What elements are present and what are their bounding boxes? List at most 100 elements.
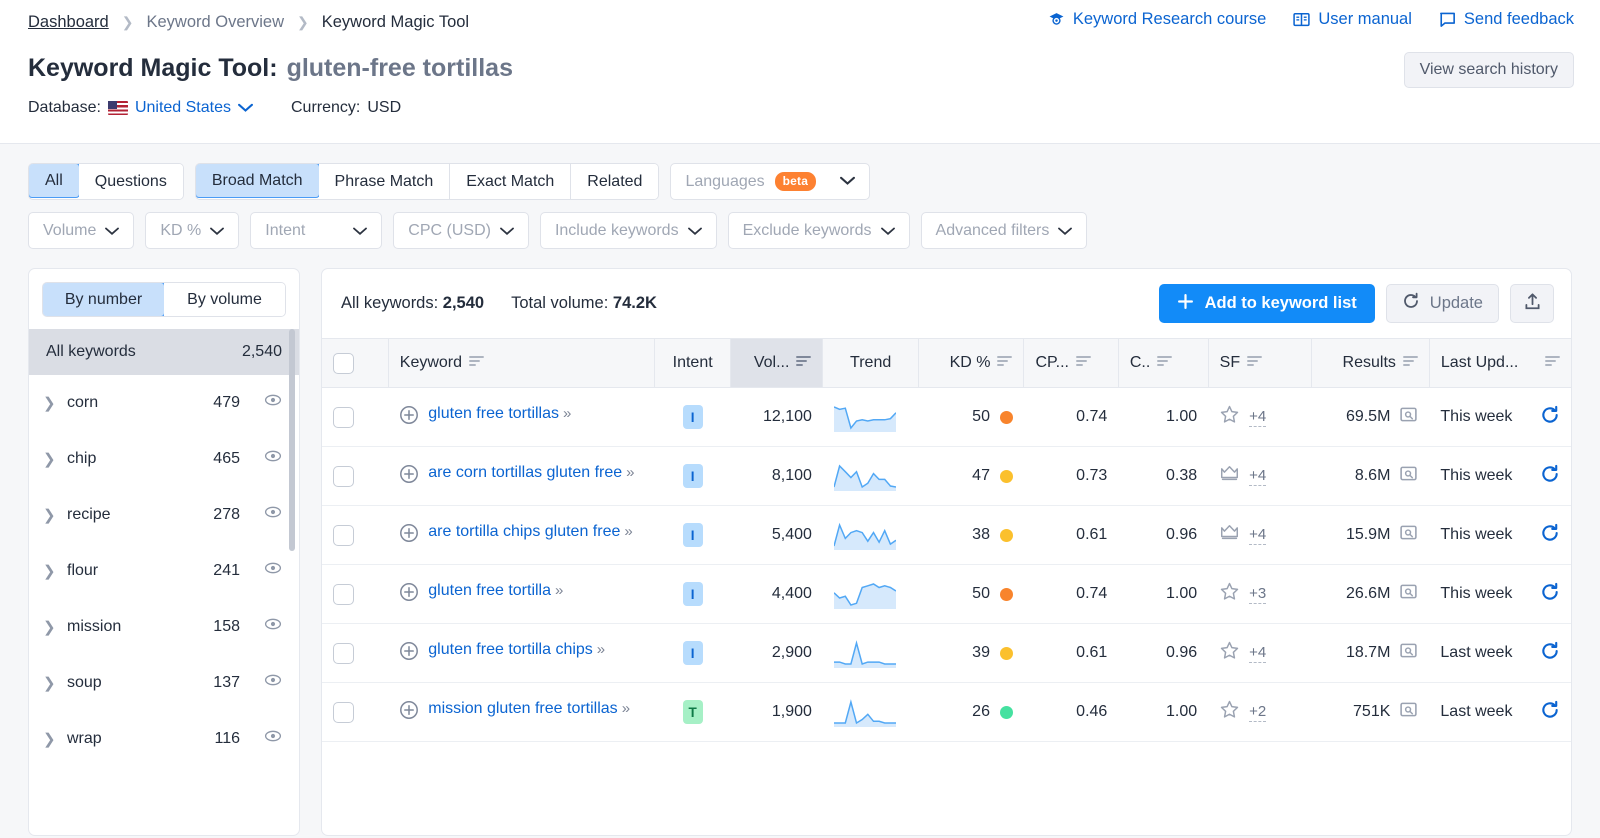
intent-badge[interactable]: I [683,641,703,665]
add-keyword-icon[interactable] [399,523,419,548]
filter-tab-questions[interactable]: Questions [79,164,183,199]
column-header-cpc[interactable]: CP... [1024,339,1118,388]
keyword-research-course-link[interactable]: Keyword Research course [1047,10,1267,29]
eye-icon[interactable] [264,671,282,694]
column-header-kd[interactable]: KD % [918,339,1024,388]
star-icon[interactable] [1219,640,1240,666]
database-selector[interactable]: Database: United States [28,99,253,117]
exclude-keywords-filter-dropdown[interactable]: Exclude keywords [728,212,910,249]
double-chevron-right-icon[interactable]: » [626,464,632,481]
eye-icon[interactable] [264,559,282,582]
sidebar-item-all-keywords[interactable]: All keywords 2,540 [29,329,299,375]
add-keyword-icon[interactable] [399,464,419,489]
add-keyword-icon[interactable] [399,700,419,725]
double-chevron-right-icon[interactable]: » [597,641,603,658]
column-header-keyword[interactable]: Keyword [388,339,654,388]
filter-tab-exact-match[interactable]: Exact Match [450,164,571,199]
filter-tab-broad-match[interactable]: Broad Match [195,163,320,198]
chevron-right-icon[interactable]: ❯ [43,618,54,636]
row-checkbox[interactable] [333,584,354,605]
add-keyword-icon[interactable] [399,582,419,607]
refresh-icon[interactable] [1540,582,1560,607]
include-keywords-filter-dropdown[interactable]: Include keywords [540,212,717,249]
sf-more-count[interactable]: +2 [1249,703,1266,722]
table-row[interactable]: mission gluten free tortillas» T 1,900 2… [322,683,1571,742]
star-icon[interactable] [1219,581,1240,607]
eye-icon[interactable] [264,447,282,470]
add-keyword-icon[interactable] [399,641,419,666]
refresh-icon[interactable] [1540,641,1560,666]
serp-preview-icon[interactable] [1399,405,1418,429]
star-icon[interactable] [1219,699,1240,725]
chevron-right-icon[interactable]: ❯ [43,730,54,748]
filter-tab-all[interactable]: All [28,163,80,198]
intent-badge[interactable]: I [683,582,703,606]
sidebar-item-chip[interactable]: ❯ chip 465 [29,431,299,487]
chevron-down-icon[interactable] [238,99,253,117]
chevron-right-icon[interactable]: ❯ [43,506,54,524]
row-checkbox[interactable] [333,525,354,546]
sidebar-sort-by-number[interactable]: By number [42,282,165,317]
intent-filter-dropdown[interactable]: Intent [250,212,382,249]
double-chevron-right-icon[interactable]: » [622,700,628,717]
languages-dropdown[interactable]: Languages beta [670,163,870,200]
column-header-sf[interactable]: SF [1208,339,1311,388]
intent-badge[interactable]: I [683,523,703,547]
keyword-link[interactable]: gluten free tortillas» [428,404,569,424]
refresh-icon[interactable] [1540,700,1560,725]
serp-preview-icon[interactable] [1399,641,1418,665]
cpc-filter-dropdown[interactable]: CPC (USD) [393,212,529,249]
sf-more-count[interactable]: +4 [1249,526,1266,545]
double-chevron-right-icon[interactable]: » [563,405,569,422]
keyword-link[interactable]: mission gluten free tortillas» [428,699,628,719]
column-header-results[interactable]: Results [1311,339,1429,388]
serp-preview-icon[interactable] [1399,582,1418,606]
table-row[interactable]: are corn tortillas gluten free» I 8,100 … [322,447,1571,506]
breadcrumb-item-dashboard[interactable]: Dashboard [28,14,109,31]
sidebar-item-flour[interactable]: ❯ flour 241 [29,543,299,599]
intent-badge[interactable]: I [683,464,703,488]
table-row[interactable]: gluten free tortilla chips» I 2,900 39 0… [322,624,1571,683]
select-all-checkbox[interactable] [333,353,354,374]
eye-icon[interactable] [264,615,282,638]
eye-icon[interactable] [264,391,282,414]
sidebar-item-recipe[interactable]: ❯ recipe 278 [29,487,299,543]
keyword-link[interactable]: are corn tortillas gluten free» [428,463,632,483]
filter-tab-phrase-match[interactable]: Phrase Match [319,164,451,199]
user-manual-link[interactable]: User manual [1292,10,1412,29]
chevron-right-icon[interactable]: ❯ [43,562,54,580]
sf-more-count[interactable]: +4 [1249,467,1266,486]
sidebar-sort-by-volume[interactable]: By volume [164,283,285,316]
sf-more-count[interactable]: +4 [1249,644,1266,663]
double-chevron-right-icon[interactable]: » [555,582,561,599]
intent-badge[interactable]: I [683,405,703,429]
column-header-volume[interactable]: Vol... [731,339,823,388]
send-feedback-link[interactable]: Send feedback [1438,10,1574,29]
sidebar-item-soup[interactable]: ❯ soup 137 [29,655,299,711]
sidebar-item-corn[interactable]: ❯ corn 479 [29,375,299,431]
sf-more-count[interactable]: +4 [1249,408,1266,427]
add-keyword-icon[interactable] [399,405,419,430]
database-value[interactable]: United States [135,99,231,117]
serp-preview-icon[interactable] [1399,523,1418,547]
table-row[interactable]: gluten free tortilla» I 4,400 50 0.74 1.… [322,565,1571,624]
row-checkbox[interactable] [333,466,354,487]
sf-more-count[interactable]: +3 [1249,585,1266,604]
refresh-icon[interactable] [1540,523,1560,548]
chevron-right-icon[interactable]: ❯ [43,674,54,692]
column-header-competition[interactable]: C.. [1118,339,1208,388]
intent-badge[interactable]: T [683,700,703,724]
table-row[interactable]: are tortilla chips gluten free» I 5,400 … [322,506,1571,565]
eye-icon[interactable] [264,503,282,526]
advanced-filters-dropdown[interactable]: Advanced filters [921,212,1088,249]
chevron-right-icon[interactable]: ❯ [43,394,54,412]
sidebar-scrollbar[interactable] [289,329,295,551]
keyword-link[interactable]: gluten free tortilla» [428,581,561,601]
row-checkbox[interactable] [333,643,354,664]
sidebar-item-wrap[interactable]: ❯ wrap 116 [29,711,299,767]
column-header-last-update[interactable]: Last Upd... [1429,339,1571,388]
export-button[interactable] [1510,284,1554,323]
serp-preview-icon[interactable] [1399,464,1418,488]
serp-preview-icon[interactable] [1399,700,1418,724]
filter-tab-related[interactable]: Related [571,164,658,199]
